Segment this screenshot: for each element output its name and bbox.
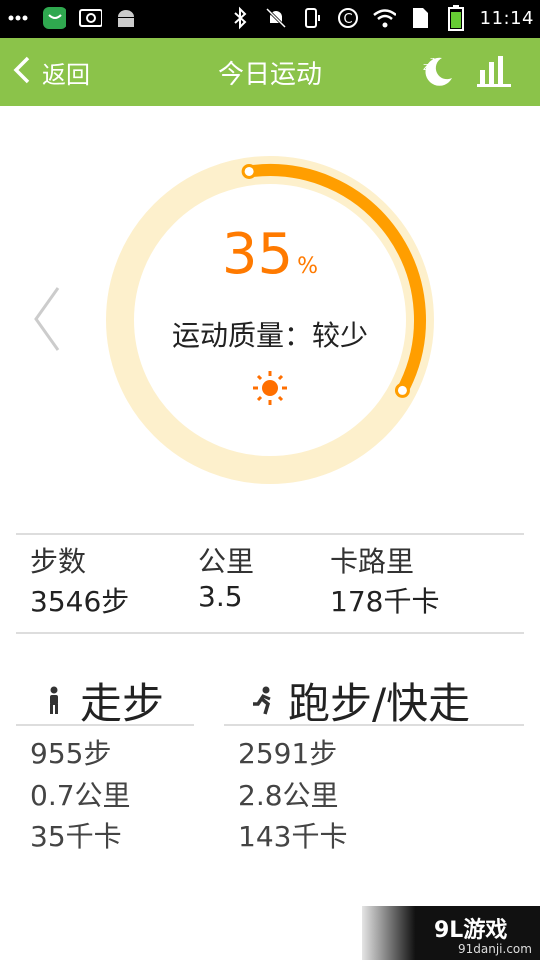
back-label: 返回 [42,60,90,89]
chevron-left-icon [12,55,32,89]
walk-title: 走步 [80,679,165,728]
progress-percent-value: 35 [221,222,294,287]
bar-chart-icon [476,52,512,92]
sim-icon [408,6,432,30]
overflow-dots-icon [6,6,30,30]
sync-icon: C [336,6,360,30]
watermark-title: 9L游戏 [434,918,508,943]
svg-text:z: z [423,60,429,73]
divider [16,533,524,535]
progress-percent-symbol: % [297,254,319,279]
walk-section-divider [16,724,194,726]
stat-distance-value: 3.5 [198,580,243,613]
svg-text:z: z [430,56,435,66]
run-section-divider [224,724,524,726]
stat-calories-value: 178千卡 [330,585,440,618]
progress-end-dot [394,382,410,398]
stat-calories-label: 卡路里 [330,545,415,578]
battery-icon [444,5,468,31]
running-person-icon [250,685,274,717]
stat-steps-label: 步数 [30,545,87,578]
activity-quality: 运动质量：较少 [171,319,368,352]
stat-steps-value: 3546步 [30,585,130,618]
sleep-mode-button[interactable]: zz [414,50,458,94]
walk-distance: 0.7公里 [30,779,131,812]
bluetooth-icon [228,6,252,30]
previous-day-button[interactable] [30,284,64,354]
run-title: 跑步/快走 [288,679,471,728]
status-time: 11:14 [479,7,534,29]
run-distance: 2.8公里 [238,779,339,812]
sun-icon [252,370,288,406]
progress-start-dot [241,163,257,179]
watermark-url: 91danji.com [458,942,532,956]
wifi-icon [372,6,396,30]
chevron-left-icon [30,287,64,358]
status-bar: C 11:14 [0,0,540,38]
walk-calories: 35千卡 [30,820,122,853]
status-bar-left [6,6,138,30]
run-steps: 2591步 [238,737,338,770]
back-button[interactable]: 返回 [12,38,90,106]
walk-section-title: 走步 [42,670,164,731]
android-icon [114,6,138,30]
notifications-off-icon [264,6,288,30]
activity-progress-ring: 35% 运动质量：较少 [104,154,436,486]
run-section-title: 跑步/快走 [250,670,470,731]
chat-app-icon [42,6,66,30]
watermark: 9L游戏 91danji.com [362,906,540,960]
statistics-button[interactable] [472,50,516,94]
run-calories: 143千卡 [238,820,348,853]
status-bar-right: C 11:14 [228,5,534,31]
sleep-moon-icon: zz [416,50,456,94]
stat-distance-label: 公里 [198,545,255,578]
progress-percent: 35% [104,222,436,287]
screenshot-icon [78,6,102,30]
walk-steps: 955步 [30,737,112,770]
app-bar: 今日运动 返回 zz [0,38,540,106]
divider [16,632,524,634]
svg-text:C: C [343,12,352,27]
vibrate-icon [300,6,324,30]
walking-person-icon [42,685,66,717]
